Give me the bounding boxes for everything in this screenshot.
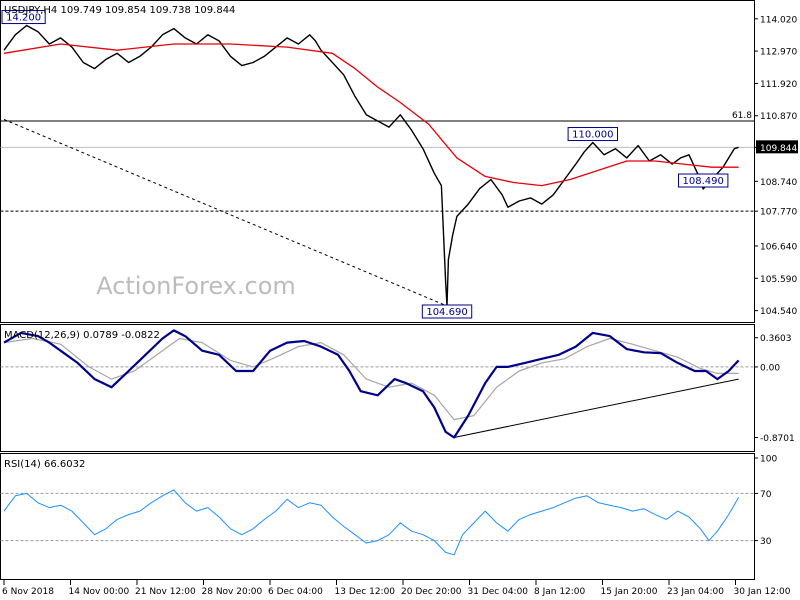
price-panel: ActionForex.com 61.8 14.200110.000108.49… [0, 5, 798, 319]
macd-series-macd [3, 329, 740, 439]
macd-panel-frame [0, 324, 755, 452]
rsi-y-label-2: 30 [760, 537, 772, 547]
x-label-11: 30 Jan 12:00 [734, 587, 791, 597]
rsi-level-lines [0, 492, 754, 542]
price-y-label-5: 108.740 [760, 178, 797, 188]
x-axis: 6 Nov 2018 14 Nov 00:00 21 Nov 12:00 28 Nov… [2, 580, 791, 597]
price-y-label-3: 110.870 [760, 112, 797, 122]
x-label-5: 13 Dec 12:00 [335, 587, 396, 597]
macd-series-signal [3, 337, 739, 421]
price-y-label-9: 104.540 [760, 307, 797, 317]
x-label-6: 20 Dec 20:00 [401, 587, 462, 597]
x-label-4: 6 Dec 04:00 [268, 587, 323, 597]
price-y-axis: 114.020 112.970 111.920 110.870 109.844 108.7… [754, 15, 798, 317]
rsi-y-axis: 100 70 30 [754, 455, 777, 547]
x-label-9: 15 Jan 20:00 [601, 587, 658, 597]
macd-y-label-2: -0.8701 [760, 434, 795, 444]
price-y-label-6: 107.770 [760, 208, 797, 218]
rsi-panel: RSI(14) 66.6032 100 70 30 [0, 455, 777, 556]
macd-title: MACD(12,26,9) 0.0789 -0.0822 [4, 330, 160, 341]
macd-y-axis: 0.3603 0.00 -0.8701 [754, 334, 795, 444]
price-y-label-0: 114.020 [760, 15, 797, 25]
rsi-series-group [3, 489, 740, 556]
price-reference-label-0: 61.8 [732, 111, 752, 121]
price-y-label-7: 106.640 [760, 242, 797, 252]
price-series-group [3, 24, 739, 307]
chart: ActionForex.com 61.8 14.200110.000108.49… [0, 0, 798, 597]
price-annotation-1: 110.000 [572, 130, 613, 141]
price-watermark: ActionForex.com [96, 272, 296, 300]
rsi-y-label-1: 70 [760, 490, 772, 500]
x-label-3: 28 Nov 20:00 [202, 587, 263, 597]
rsi-series-line [3, 489, 740, 556]
rsi-title: RSI(14) 66.6032 [4, 459, 85, 470]
x-label-2: 21 Nov 12:00 [135, 587, 196, 597]
rsi-panel-frame [0, 453, 755, 580]
macd-y-label-1: 0.00 [760, 363, 780, 373]
price-y-label-2: 111.920 [760, 80, 797, 90]
x-label-7: 31 Dec 04:00 [468, 587, 529, 597]
x-label-10: 23 Jan 04:00 [667, 587, 724, 597]
macd-panel: MACD(12,26,9) 0.0789 -0.0822 0.3603 0.00 -… [0, 329, 795, 444]
price-y-label-4: 109.844 [760, 144, 797, 154]
price-title: USDJPY,H4 109.749 109.854 109.738 109.84… [4, 5, 235, 16]
x-label-0: 6 Nov 2018 [2, 587, 54, 597]
price-y-label-8: 105.590 [760, 275, 797, 285]
price-series-moving-average [3, 43, 739, 187]
price-series-price [3, 24, 739, 307]
rsi-y-label-0: 100 [760, 455, 777, 465]
x-label-8: 8 Jan 12:00 [534, 587, 586, 597]
price-annotation-2: 108.490 [683, 176, 724, 187]
price-y-label-1: 112.970 [760, 48, 797, 58]
price-annotation-3: 104.690 [426, 307, 467, 318]
x-label-1: 14 Nov 00:00 [69, 587, 130, 597]
macd-y-label-0: 0.3603 [760, 334, 792, 344]
macd-series-group [3, 329, 740, 439]
